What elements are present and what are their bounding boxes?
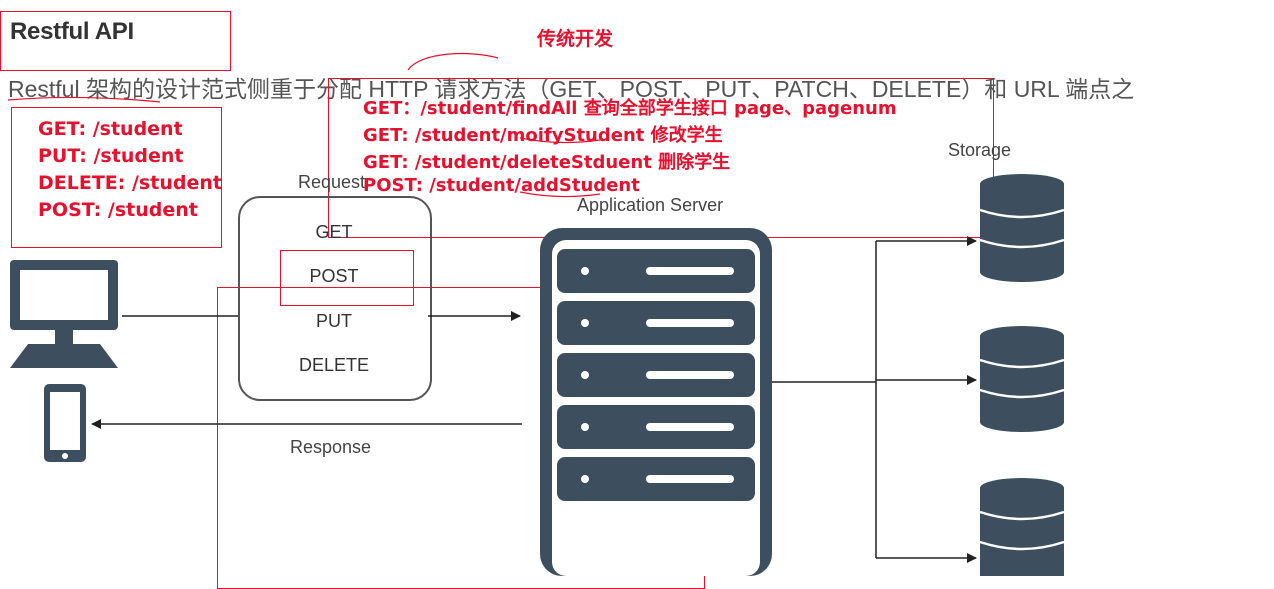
annotation-underline (7, 96, 161, 103)
mobile-phone-icon (44, 384, 86, 462)
annotation-underline (519, 191, 601, 198)
desktop-monitor-icon (10, 260, 118, 368)
architecture-diagram (7, 52, 1065, 576)
database-icon (979, 326, 1065, 432)
annotation-underline (519, 137, 601, 144)
application-server-icon (540, 228, 772, 576)
annotation-squiggle (407, 52, 499, 71)
database-icon (979, 478, 1065, 576)
database-icon (979, 174, 1065, 282)
storage-connectors (772, 236, 977, 563)
